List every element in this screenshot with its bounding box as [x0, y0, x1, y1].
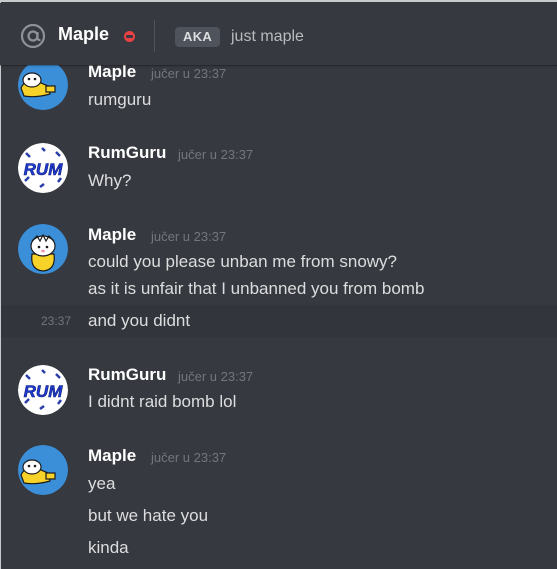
message-list: Maple jučer u 23:37 rumguru RUM RumGuru … [0, 0, 557, 569]
message-text: yea [88, 474, 116, 493]
rumguru-avatar-text: RUM [24, 160, 64, 179]
avatar-maple[interactable] [18, 60, 68, 110]
message-side-timestamp: 23:37 [41, 314, 72, 328]
message-timestamp: jučer u 23:37 [151, 229, 227, 244]
dm-header: Maple AKA just maple [0, 3, 557, 65]
message-text: Why? [88, 171, 132, 190]
avatar-rumguru[interactable]: RUM [18, 143, 68, 193]
message-text: but we hate you [88, 506, 209, 525]
avatar-maple[interactable] [18, 445, 68, 495]
avatar-maple[interactable] [18, 224, 68, 274]
message-text: and you didnt [88, 311, 191, 330]
aka-badge: AKA [175, 27, 221, 47]
message-text: could you please unban me from snowy? [88, 252, 398, 271]
message-timestamp: jučer u 23:37 [178, 369, 254, 384]
message-text: as it is unfair that I unbanned you from… [88, 279, 425, 298]
message-timestamp: jučer u 23:37 [151, 450, 227, 465]
message-timestamp: jučer u 23:37 [151, 66, 227, 81]
avatar-rumguru[interactable]: RUM [18, 365, 68, 415]
rumguru-avatar-text: RUM [24, 382, 64, 401]
header-divider [154, 20, 155, 52]
message-text: rumguru [88, 90, 152, 109]
message-text: kinda [88, 538, 129, 557]
message-author[interactable]: Maple [88, 225, 136, 245]
dm-recipient-name[interactable]: Maple [58, 24, 109, 45]
at-icon [20, 23, 46, 49]
message-author[interactable]: RumGuru [88, 365, 166, 385]
message-text: I didnt raid bomb lol [88, 392, 237, 411]
message-row-hovered[interactable] [0, 305, 557, 337]
message-author[interactable]: RumGuru [88, 143, 166, 163]
aka-nickname: just maple [231, 28, 304, 45]
message-author[interactable]: Maple [88, 446, 136, 466]
do-not-disturb-status-icon [124, 31, 135, 42]
message-timestamp: jučer u 23:37 [178, 147, 254, 162]
message-author[interactable]: Maple [88, 62, 136, 82]
